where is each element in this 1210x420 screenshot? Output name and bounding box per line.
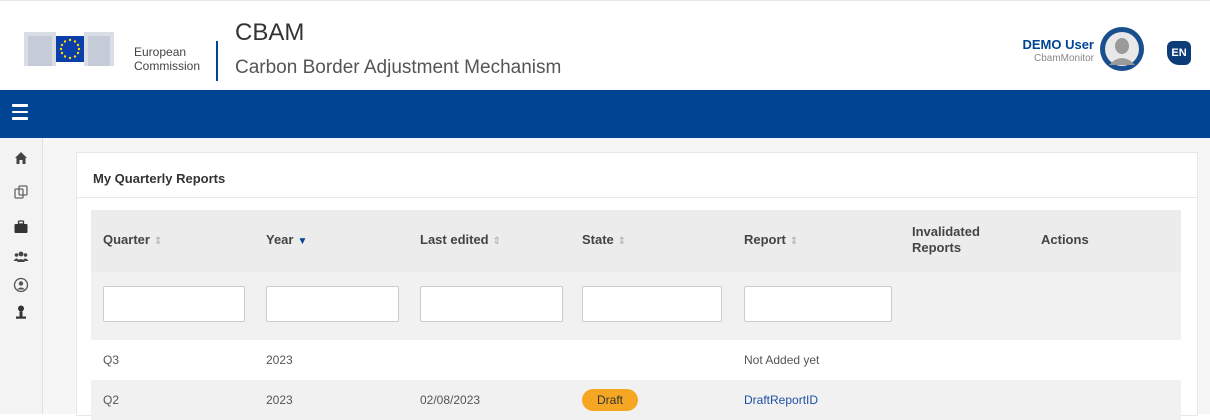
sort-icon: ⇕ <box>789 236 799 247</box>
menu-toggle-icon[interactable] <box>12 104 28 124</box>
column-header-last-edited[interactable]: Last edited ⇕ <box>420 232 501 250</box>
filter-row <box>91 272 1181 340</box>
organization-name: European Commission <box>134 45 200 73</box>
sidebar <box>0 138 43 414</box>
column-header-invalidated-reports: Invalidated Reports <box>912 224 980 255</box>
column-header-year[interactable]: Year ▼ <box>266 232 307 250</box>
app-header: European Commission CBAM Carbon Border A… <box>0 0 1210 91</box>
table-header: Quarter ⇕ Year ▼ Last edited ⇕ State ⇕ Repor… <box>91 210 1181 272</box>
user-name[interactable]: DEMO User <box>1022 37 1094 52</box>
sidebar-item-operators[interactable] <box>13 219 29 235</box>
column-header-report[interactable]: Report ⇕ <box>744 232 798 250</box>
european-commission-logo[interactable] <box>22 26 116 70</box>
filter-input-quarter[interactable] <box>103 286 245 322</box>
app-subtitle: Carbon Border Adjustment Mechanism <box>235 57 562 78</box>
column-header-quarter[interactable]: Quarter ⇕ <box>103 232 162 250</box>
status-badge: Draft <box>582 389 639 411</box>
column-header-label: Year <box>266 232 294 247</box>
organization-name-line1: European <box>134 45 187 59</box>
organization-name-line2: Commission <box>134 59 201 73</box>
panel-divider <box>77 197 1197 198</box>
sort-icon: ⇕ <box>153 236 163 247</box>
sort-icon: ⇕ <box>492 236 502 247</box>
users-icon <box>13 251 29 262</box>
cell-year: 2023 <box>266 393 293 407</box>
reports-icon <box>14 185 28 199</box>
sort-icon: ⇕ <box>617 236 627 247</box>
cell-quarter: Q3 <box>103 353 120 367</box>
top-navigation-bar <box>0 90 1210 138</box>
column-header-label: Report <box>744 232 786 247</box>
sidebar-item-account[interactable] <box>13 304 29 320</box>
column-header-label: Last edited <box>420 232 489 247</box>
main-content: My Quarterly Reports Quarter ⇕ Year ▼ Last… <box>43 138 1210 420</box>
user-role: CbamMonitor <box>1033 53 1094 64</box>
table-row[interactable]: Q2 2023 02/08/2023 Draft DraftReportID <box>91 380 1181 420</box>
panel-title: My Quarterly Reports <box>93 171 226 186</box>
avatar-icon <box>1101 28 1143 70</box>
cell-quarter: Q2 <box>103 393 120 407</box>
report-link[interactable]: DraftReportID <box>744 393 818 407</box>
sidebar-item-reports[interactable] <box>13 184 29 200</box>
user-icon <box>16 305 26 319</box>
cell-report: Not Added yet <box>744 353 820 367</box>
filter-input-year[interactable] <box>266 286 399 322</box>
filter-input-last-edited[interactable] <box>420 286 563 322</box>
user-circle-icon <box>13 277 29 293</box>
home-icon <box>15 152 27 164</box>
column-header-state[interactable]: State ⇕ <box>582 232 626 250</box>
header-divider <box>216 41 218 81</box>
column-header-label: State <box>582 232 614 247</box>
language-selector[interactable]: EN <box>1167 41 1191 65</box>
sidebar-item-users[interactable] <box>13 249 29 265</box>
briefcase-icon <box>14 220 28 233</box>
quarterly-reports-panel: My Quarterly Reports Quarter ⇕ Year ▼ Last… <box>76 152 1198 420</box>
column-header-label: Quarter <box>103 232 150 247</box>
sort-descending-icon: ▼ <box>297 236 308 247</box>
app-title: CBAM <box>235 19 305 46</box>
filter-input-report[interactable] <box>744 286 892 322</box>
user-avatar[interactable] <box>1100 27 1144 71</box>
table-row[interactable]: Q3 2023 Not Added yet <box>91 340 1181 380</box>
cell-last-edited: 02/08/2023 <box>420 393 481 407</box>
cell-year: 2023 <box>266 353 293 367</box>
sidebar-item-home[interactable] <box>13 150 29 166</box>
sidebar-item-profile[interactable] <box>13 277 29 293</box>
filter-input-state[interactable] <box>582 286 722 322</box>
column-header-actions: Actions <box>1041 232 1089 247</box>
